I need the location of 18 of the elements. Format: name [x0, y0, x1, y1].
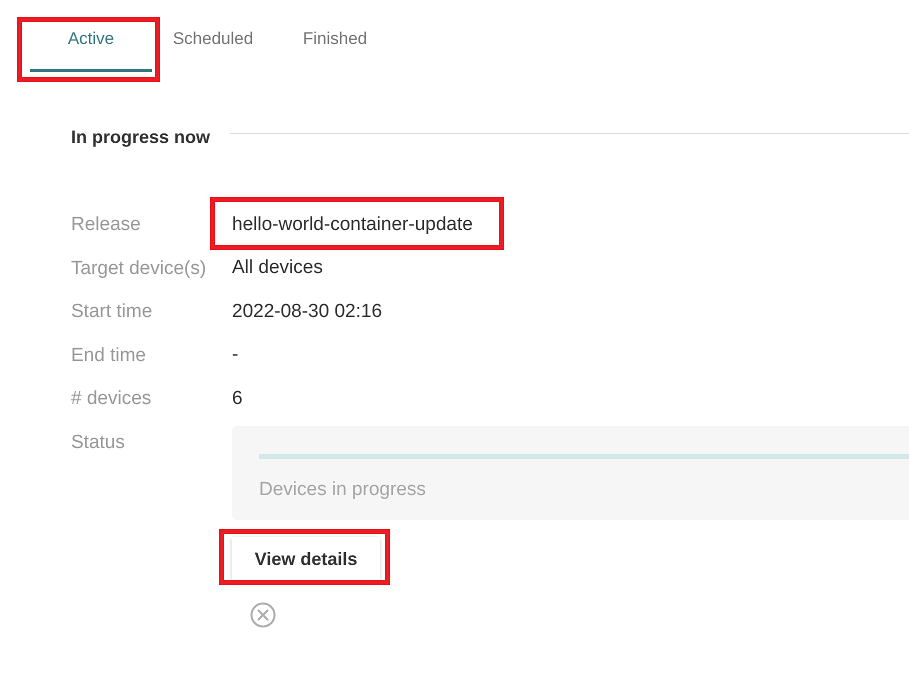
cancel-icon[interactable] — [250, 602, 276, 628]
detail-value: All devices — [232, 256, 323, 280]
detail-label: Status — [71, 430, 126, 454]
section-title: In progress now — [71, 126, 210, 149]
progress-caption: Devices in progress — [259, 479, 427, 501]
tab[interactable]: Active — [30, 20, 152, 72]
tab[interactable]: Finished — [274, 20, 396, 72]
detail-value: - — [232, 343, 238, 368]
detail-value: 6 — [232, 386, 243, 411]
view-details-button[interactable]: View details — [232, 537, 380, 582]
detail-label: # devices — [71, 387, 152, 411]
detail-label: Release — [71, 213, 142, 237]
detail-value: 2022-08-30 02:16 — [232, 300, 382, 324]
detail-label: End time — [71, 344, 147, 368]
tab[interactable]: Scheduled — [152, 20, 274, 72]
detail-label: Start time — [71, 300, 154, 324]
detail-label: Target device(s) — [71, 256, 208, 280]
detail-value: hello-world-container-update — [232, 212, 473, 237]
